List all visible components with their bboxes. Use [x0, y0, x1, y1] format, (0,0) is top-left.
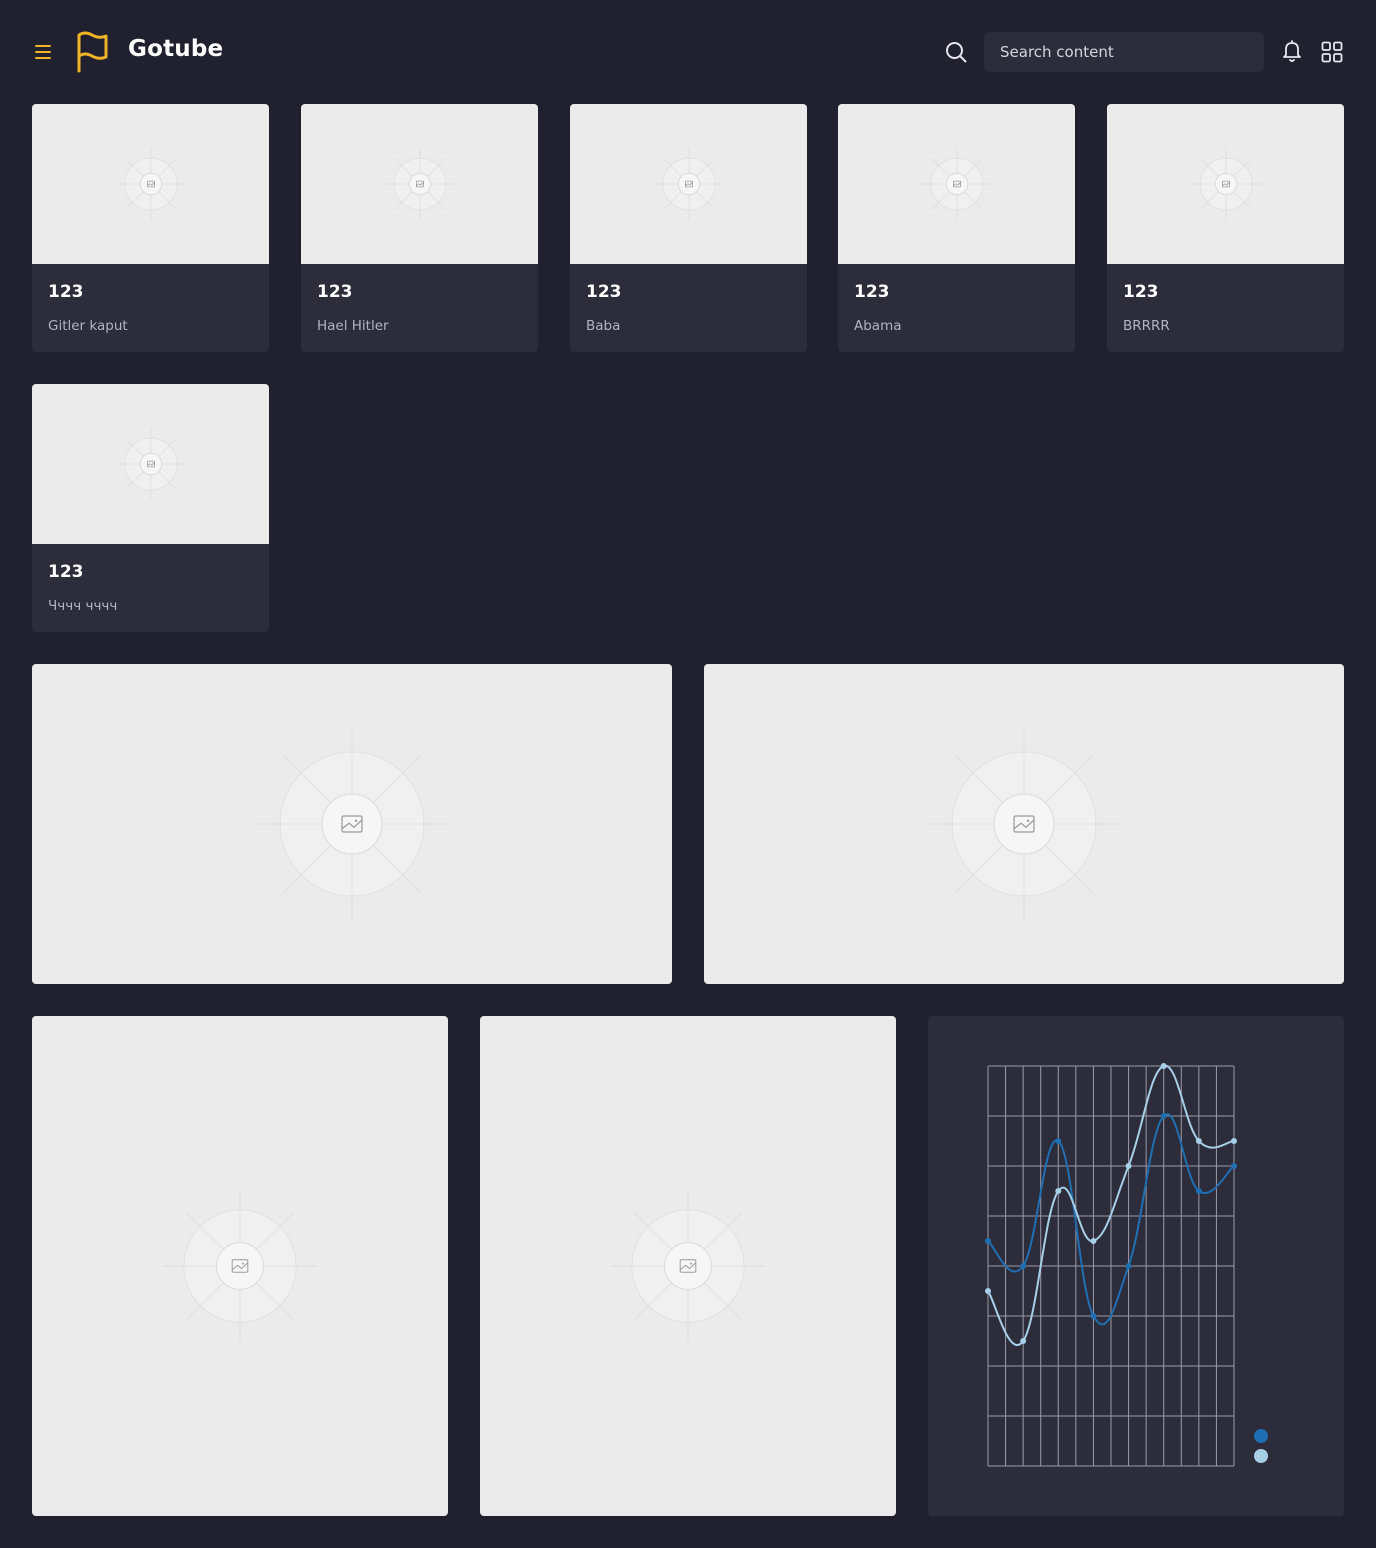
image-placeholder [704, 664, 1344, 984]
card-number: 123 [854, 282, 890, 302]
image-placeholder-icon [254, 726, 450, 922]
card-number: 123 [586, 282, 622, 302]
image-placeholder-icon [115, 148, 186, 220]
video-thumbnail [1107, 104, 1344, 264]
video-card[interactable]: 123 Baba [570, 104, 807, 352]
flag-icon[interactable] [75, 31, 109, 73]
data-point [1055, 1188, 1062, 1194]
card-title: Чччч чччч [48, 598, 118, 614]
video-thumbnail [32, 384, 269, 544]
card-title: Baba [586, 318, 621, 334]
data-point [1020, 1263, 1027, 1269]
search-icon[interactable] [944, 40, 968, 64]
data-point [1231, 1163, 1237, 1169]
video-thumbnail [570, 104, 807, 264]
image-placeholder [32, 664, 672, 984]
video-card[interactable]: 123 Hael Hitler [301, 104, 538, 352]
data-point [1125, 1263, 1132, 1269]
data-point [1055, 1138, 1062, 1144]
card-title: Gitler kaput [48, 318, 128, 334]
legend-marker [1254, 1429, 1268, 1443]
image-placeholder-icon [653, 148, 724, 220]
image-placeholder [32, 1016, 448, 1516]
bell-icon[interactable] [1280, 39, 1304, 63]
image-placeholder-icon [163, 1189, 317, 1343]
hamburger-menu-icon[interactable] [32, 41, 54, 63]
data-point [1160, 1063, 1167, 1069]
image-placeholder-icon [611, 1189, 765, 1343]
top-bar: Gotube [32, 0, 1344, 104]
data-point [985, 1288, 991, 1294]
data-point [1020, 1338, 1027, 1344]
video-thumbnail [32, 104, 269, 264]
image-placeholder-icon [1190, 148, 1261, 220]
image-placeholder-icon [384, 148, 455, 220]
data-point [1125, 1163, 1132, 1169]
data-point [1160, 1113, 1167, 1119]
data-point [985, 1238, 991, 1244]
video-card[interactable]: 123 Gitler kaput [32, 104, 269, 352]
image-placeholder [480, 1016, 896, 1516]
image-placeholder-icon [115, 428, 186, 500]
data-point [1195, 1138, 1202, 1144]
card-number: 123 [48, 282, 84, 302]
image-placeholder-icon [926, 726, 1122, 922]
line-chart [985, 1063, 1268, 1467]
search-input[interactable] [984, 32, 1264, 72]
video-card[interactable]: 123 Чччч чччч [32, 384, 269, 632]
legend-marker [1254, 1449, 1268, 1463]
data-point [1195, 1188, 1202, 1194]
brand-name[interactable]: Gotube [128, 36, 223, 62]
card-title: Hael Hitler [317, 318, 389, 334]
image-placeholder-icon [921, 148, 992, 220]
video-thumbnail [301, 104, 538, 264]
card-number: 123 [317, 282, 353, 302]
data-point [1090, 1238, 1097, 1244]
card-title: BRRRR [1123, 318, 1170, 334]
video-thumbnail [838, 104, 1075, 264]
data-point [1090, 1313, 1097, 1319]
video-card[interactable]: 123 Abama [838, 104, 1075, 352]
card-number: 123 [48, 562, 84, 582]
grid-icon[interactable] [1320, 40, 1344, 64]
data-point [1231, 1138, 1237, 1144]
chart-panel [928, 1016, 1344, 1516]
card-number: 123 [1123, 282, 1159, 302]
video-card[interactable]: 123 BRRRR [1107, 104, 1344, 352]
card-title: Abama [854, 318, 902, 334]
